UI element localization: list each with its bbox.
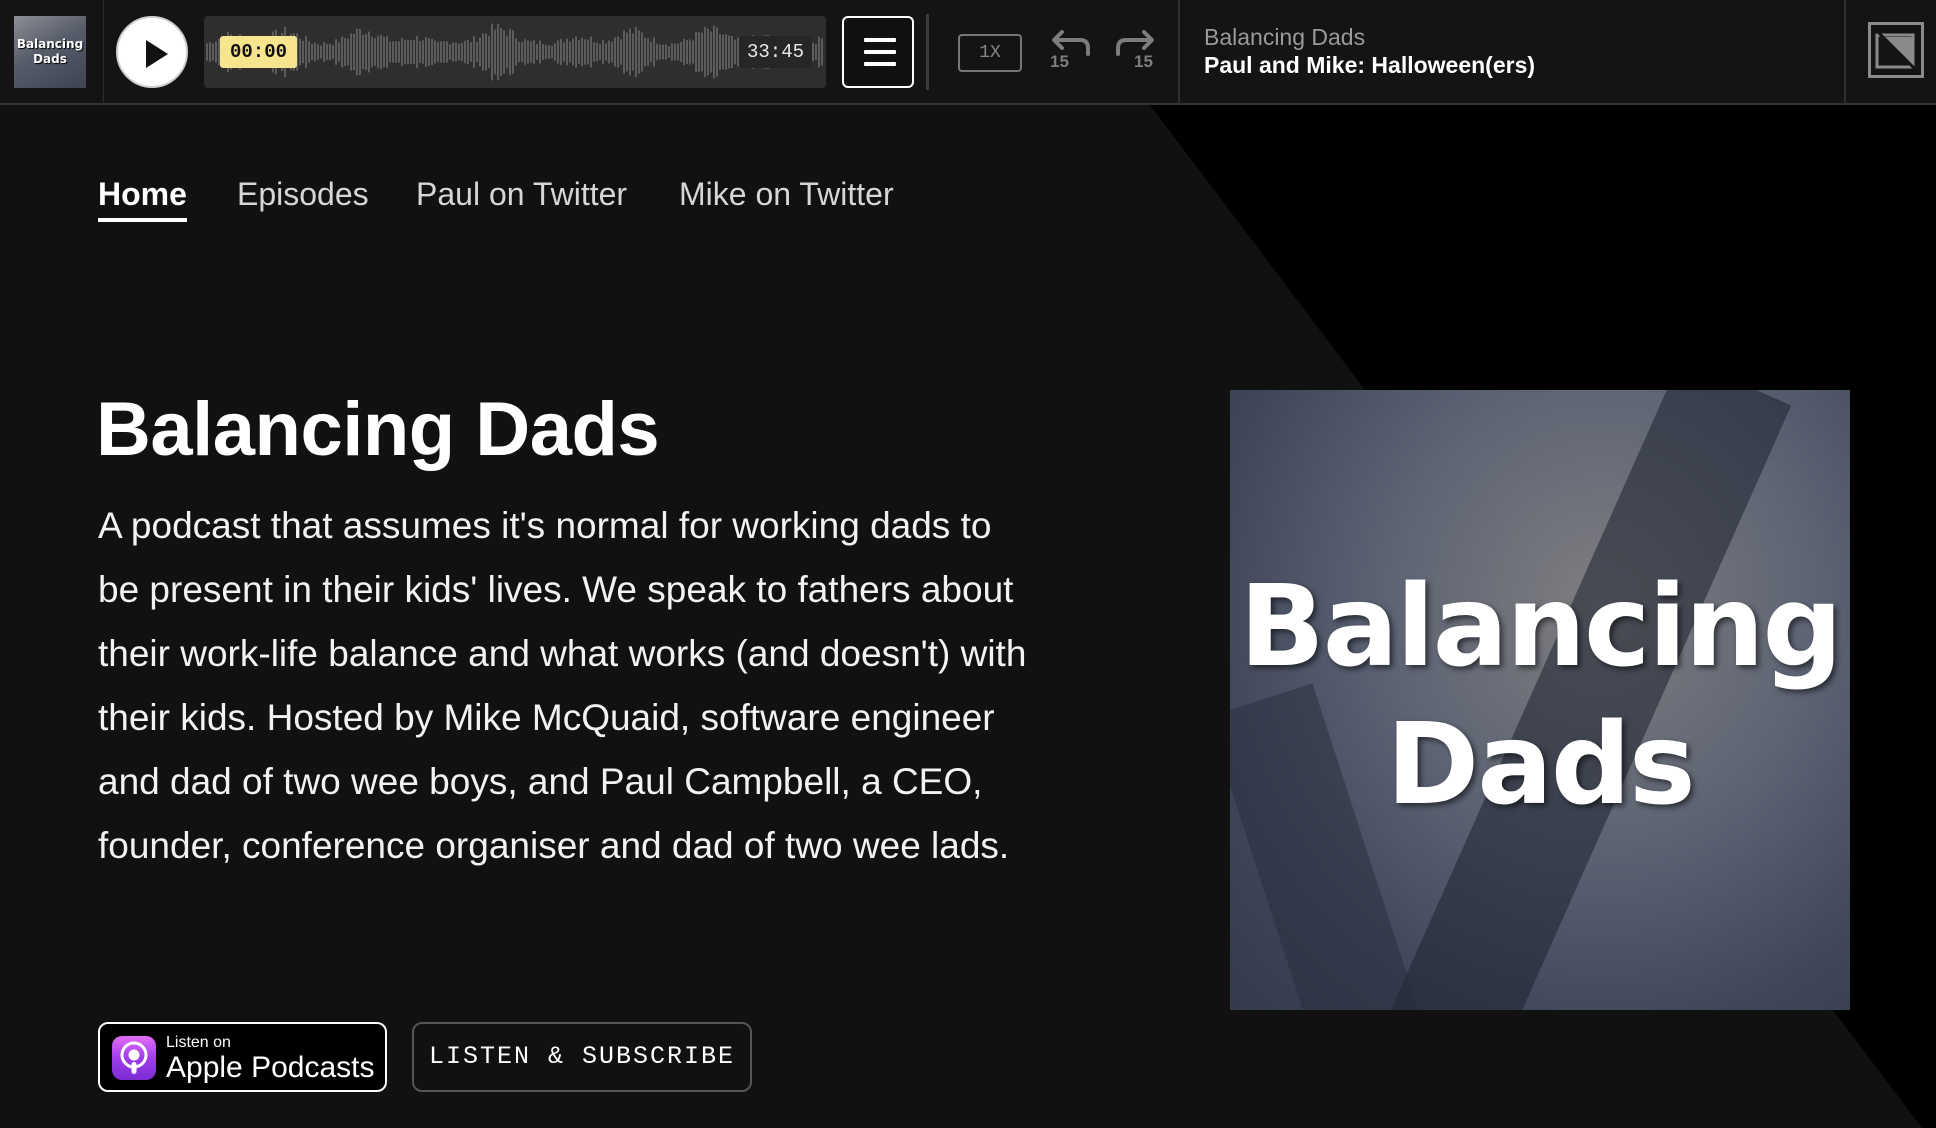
skip-back-seconds: 15: [1050, 52, 1069, 71]
waveform-scrubber[interactable]: 00:00 33:45: [204, 16, 826, 88]
listen-subscribe-button[interactable]: LISTEN & SUBSCRIBE: [412, 1022, 752, 1092]
skip-back-button[interactable]: 15: [1046, 28, 1094, 76]
page-title: Balancing Dads: [96, 387, 660, 472]
waveform-graphic: [206, 23, 823, 81]
episode-thumbnail: Balancing Dads: [14, 16, 86, 88]
nav-mike-on-twitter[interactable]: Mike on Twitter: [679, 176, 894, 213]
episode-thumbnail-cell: Balancing Dads: [0, 0, 104, 104]
current-time: 00:00: [220, 36, 298, 68]
player-divider: [926, 14, 929, 90]
audio-player-bar: Balancing Dads 00:00 33:45 1X 15 15 Bala…: [0, 0, 1936, 105]
nav-home[interactable]: Home: [98, 176, 187, 222]
skip-forward-seconds: 15: [1134, 52, 1153, 71]
apple-podcasts-icon: [112, 1036, 156, 1080]
player-divider: [1844, 0, 1846, 104]
menu-button[interactable]: [842, 16, 914, 88]
apple-podcasts-button[interactable]: Listen on Apple Podcasts: [98, 1022, 387, 1092]
apple-listen-on-text: Listen on: [166, 1034, 231, 1051]
site-logo-icon: [1875, 29, 1919, 73]
podcast-description: A podcast that assumes it's normal for w…: [98, 505, 1027, 866]
skip-forward-button[interactable]: 15: [1112, 28, 1160, 76]
thumbnail-text: Balancing Dads: [16, 37, 84, 66]
playback-speed-button[interactable]: 1X: [958, 34, 1022, 72]
now-playing-show: Balancing Dads: [1204, 24, 1366, 50]
cover-art-title: Balancing Dads: [1239, 562, 1842, 830]
nav-paul-on-twitter[interactable]: Paul on Twitter: [416, 176, 627, 213]
apple-podcasts-text: Apple Podcasts: [166, 1051, 375, 1084]
site-logo-button[interactable]: [1868, 22, 1924, 78]
nav-episodes[interactable]: Episodes: [237, 176, 369, 213]
now-playing-episode: Paul and Mike: Halloween(ers): [1204, 52, 1536, 78]
total-duration: 33:45: [738, 36, 812, 68]
player-divider: [1178, 0, 1180, 104]
podcast-cover-art: Balancing Dads: [1230, 390, 1850, 1010]
play-button[interactable]: [116, 16, 188, 88]
